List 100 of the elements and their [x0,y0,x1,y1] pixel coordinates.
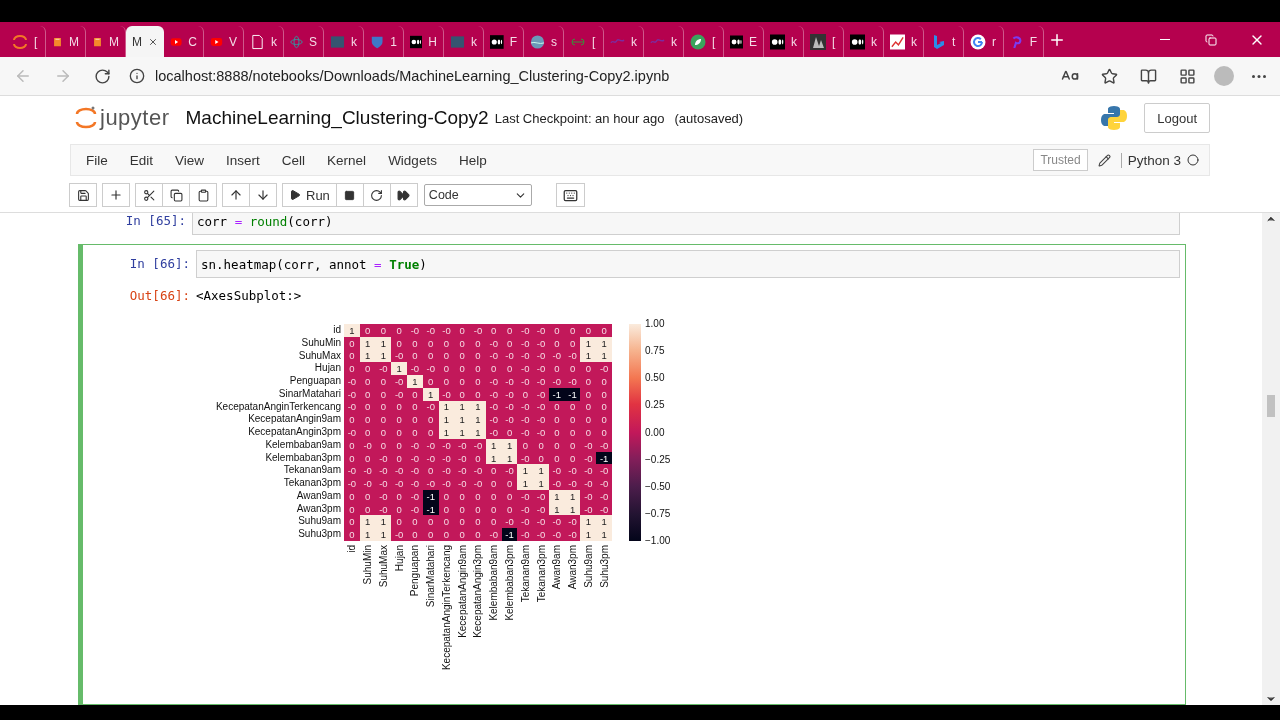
arrow-down-icon [256,188,270,202]
scribble-icon [610,38,625,45]
move-down-button[interactable] [249,183,277,207]
colorbar-tick: −0.25 [644,453,672,466]
row-label: SuhuMin [301,336,341,350]
menu-item[interactable]: File [75,152,119,168]
cell-type-select[interactable]: Code [423,184,532,206]
heatmap-cell: 0 [454,528,471,541]
arc-icon [12,33,28,50]
dots-icon [490,33,504,50]
keyboard-button[interactable] [555,183,585,207]
kernel-name: Python 3 [1120,152,1181,168]
menu-item[interactable]: Widgets [377,152,448,168]
heatmap-cell: 0 [596,426,612,439]
swirl-icon [1010,33,1024,50]
pencil-icon [1097,153,1111,167]
colorbar-tick: −1.00 [644,535,672,547]
colorbar-tick: 1.00 [644,318,666,330]
heatmap-cell: -0 [407,324,423,337]
scrollbar-thumb[interactable] [1267,395,1275,417]
heatmap-cell: -0 [470,464,486,478]
heatmap-cell: -0 [344,464,360,478]
colorbar-tick: 0.25 [644,399,666,412]
menu-item[interactable]: View [164,152,216,168]
heatmap-cell: -0 [454,464,471,478]
notebook-cell[interactable]: In [65]: corr = round(corr) [78,213,1186,236]
menu-item[interactable]: Help [447,152,498,168]
address-field[interactable]: localhost:8888/notebooks/Downloads/MachineLearning_Clustering-Copy2.ipynb [155,68,670,84]
page-icon [250,33,265,50]
heatmap-cell: 0 [580,362,597,376]
heatmap-cell: 0 [454,515,471,529]
logout-button[interactable]: Logout [1144,103,1210,133]
heatmap-cell: -0 [470,324,486,337]
colorbar-tick: 0.00 [644,426,666,439]
heatmap-cell: -0 [517,515,534,529]
heatmap-cell: -0 [533,362,549,376]
move-up-button[interactable] [222,183,250,207]
heatmap-cell: 0 [580,426,597,439]
heatmap-cell: 0 [391,324,408,337]
info-icon [129,68,145,84]
reload-icon [94,67,111,85]
code-input[interactable]: sn.heatmap(corr, annot = True) [196,250,1180,278]
column-label: id [346,545,358,553]
input-prompt: In [65]: [124,213,187,230]
menu-item[interactable]: Edit [118,152,165,168]
heatmap-cell: -0 [533,413,549,427]
copy-button[interactable] [162,183,190,207]
dots-icon [410,33,423,50]
heatmap-cell: 1 [596,515,612,529]
heatmap-cell: -0 [533,324,549,337]
insert-cell-button[interactable] [102,183,130,207]
heatmap-cell: -0 [517,528,534,541]
column-label: Kelembaban9am [488,545,500,621]
g-icon [970,33,986,50]
heatmap-cell: 1 [580,515,597,529]
menu-item[interactable]: Insert [215,152,271,168]
browser-tab[interactable]: M [126,26,164,57]
code-input[interactable]: corr = round(corr) [192,213,1180,235]
heatmap-cell: -0 [580,477,597,490]
column-label: KecepatanAngin3pm [472,545,484,638]
heatmap-cell: -0 [580,464,597,478]
column-label: Tekanan3pm [535,545,547,603]
heatmap-cell: 0 [580,413,597,427]
heatmap-cell: 1 [533,464,549,478]
row-label: KecepatanAngin3pm [248,426,341,439]
save-button[interactable] [69,183,97,207]
cut-button[interactable] [135,183,163,207]
checkpoint-text: Last Checkpoint: an hour ago [494,110,665,126]
heatmap-cell: 0 [344,528,360,541]
run-all-button[interactable] [389,183,418,207]
heatmap-cell: -0 [596,362,612,376]
book-icon [1140,67,1157,85]
row-label: Awan9am [296,489,341,503]
menu-item[interactable]: Cell [270,152,317,168]
fast-forward-icon [397,188,411,202]
stop-button[interactable] [335,183,364,207]
heatmap-cell: 0 [580,324,597,337]
colorbar-tick: −0.50 [644,480,672,493]
notebook-cell[interactable] [78,244,1186,705]
scrollbar[interactable] [1262,213,1280,705]
run-button[interactable]: Run [282,183,337,207]
restart-button[interactable] [362,183,391,207]
row-label: Kelembaban9am [265,438,341,452]
heatmap-cell: 0 [344,413,360,427]
dots-icon [850,33,865,50]
paste-icon [196,188,210,202]
heatmap-cell: 0 [454,324,471,337]
column-label: SuhuMax [377,545,389,588]
trusted-badge[interactable]: Trusted [1033,149,1088,171]
minimize-icon [1160,39,1170,40]
notebook-title[interactable]: MachineLearning_Clustering-Copy2 [185,107,489,129]
column-label: KecepatanAnginTerkencang [440,545,452,671]
heatmap-cell: 1 [391,362,408,376]
heatmap-cell: 0 [407,528,423,541]
square-icon [450,33,465,50]
column-label: Tekanan9am [519,545,531,603]
menu-item[interactable]: Kernel [316,152,378,168]
heatmap-cell: 1 [344,324,360,337]
paste-button[interactable] [189,183,217,207]
keyboard-icon [562,187,578,203]
